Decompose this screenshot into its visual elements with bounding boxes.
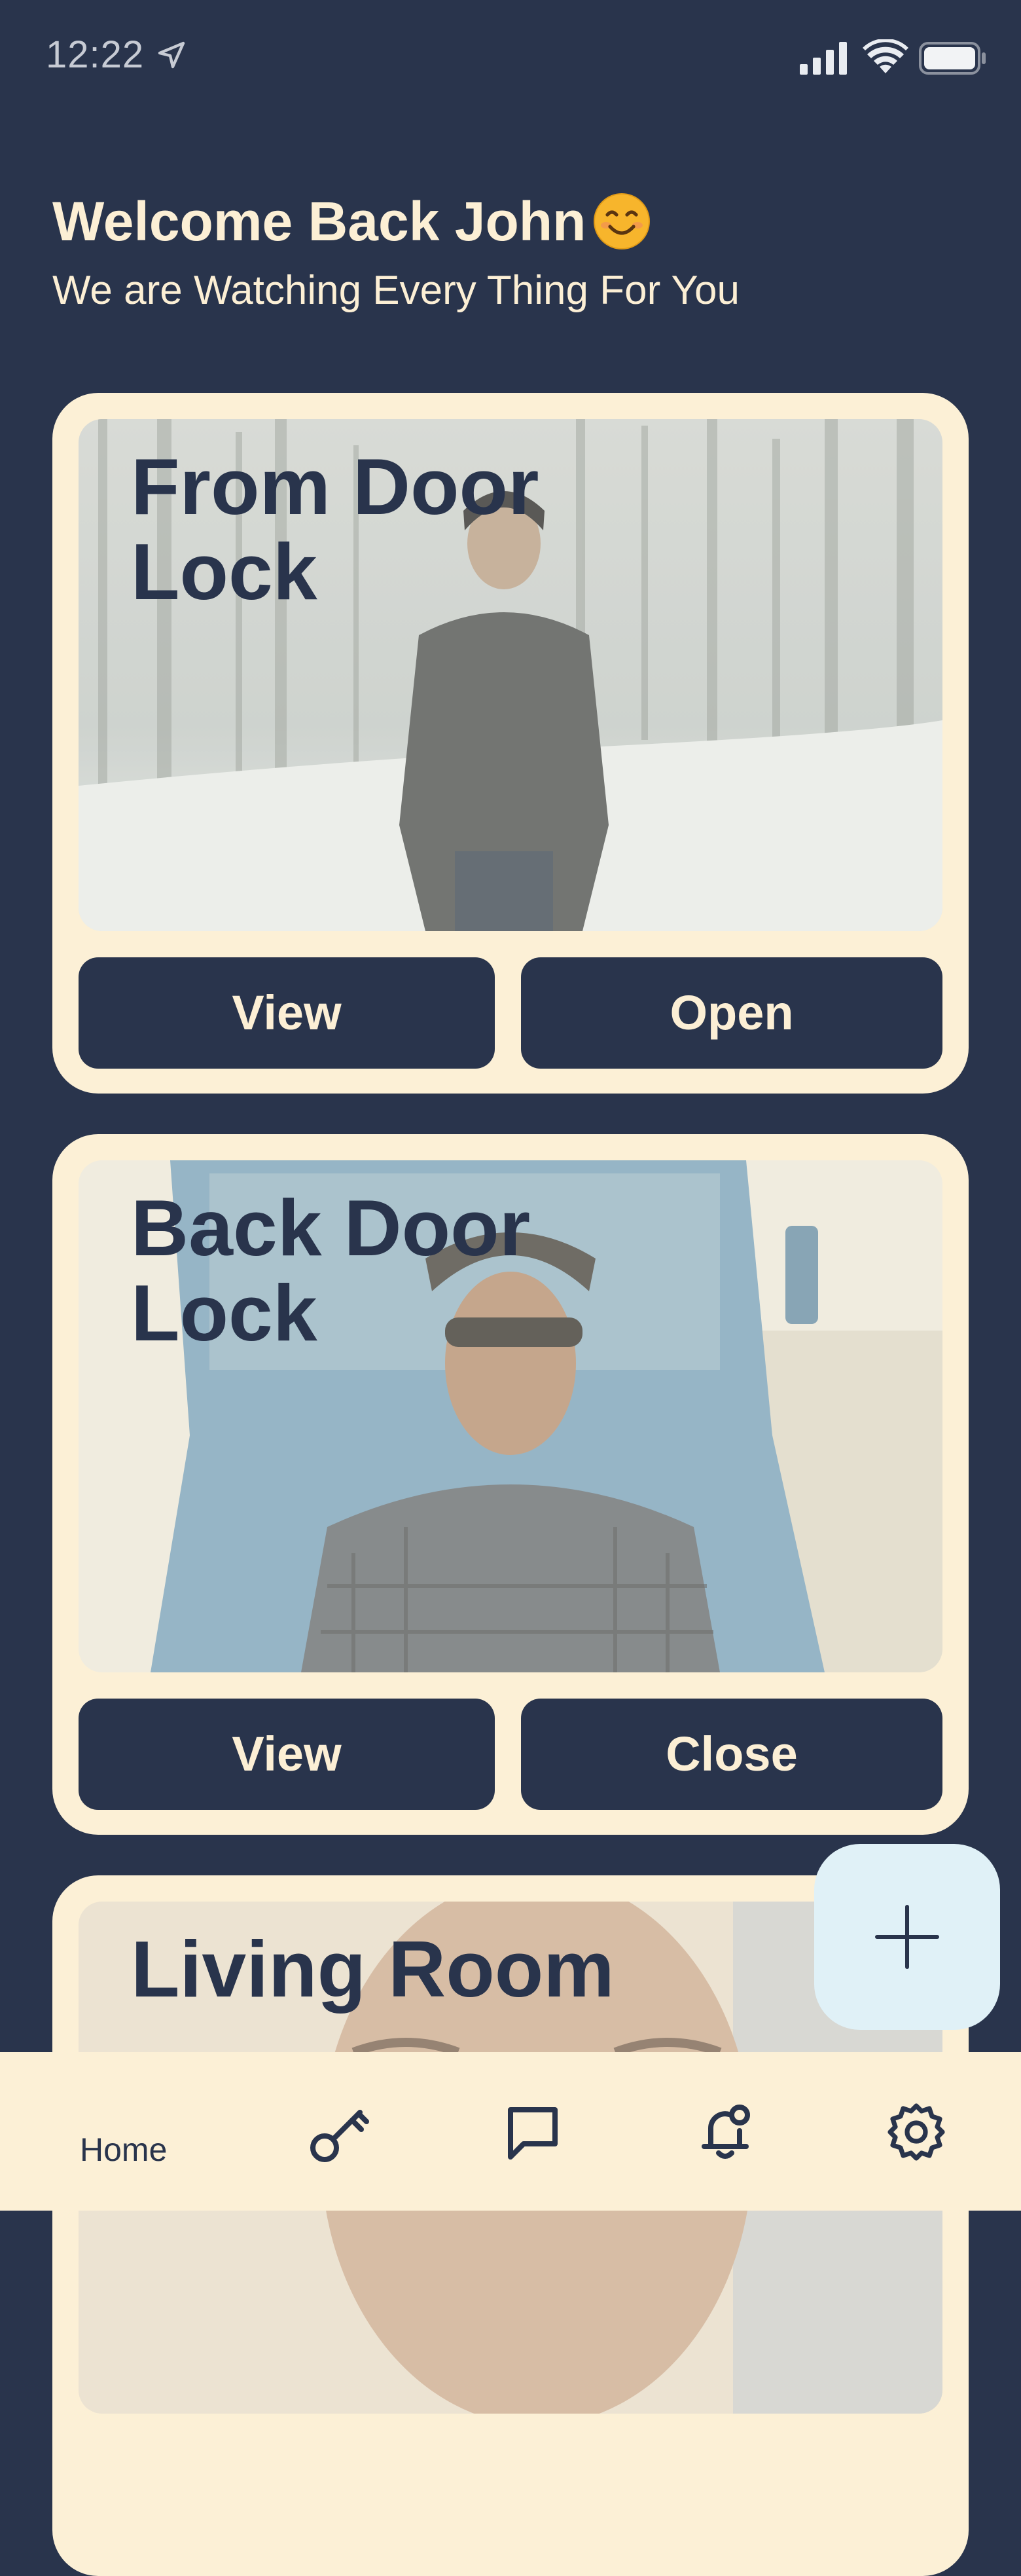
- battery-icon: [919, 42, 986, 75]
- cellular-signal-icon: [800, 42, 847, 75]
- gear-icon[interactable]: [884, 2099, 949, 2165]
- welcome-title: Welcome Back John: [52, 191, 586, 252]
- status-time: 12:22: [46, 33, 145, 76]
- card-title: From Door Lock: [131, 442, 539, 616]
- nav-home[interactable]: Home: [80, 2131, 167, 2169]
- add-device-button[interactable]: [814, 1844, 1000, 2030]
- door-card-front: From Door Lock View Open: [52, 393, 969, 1094]
- location-arrow-icon: [158, 41, 185, 69]
- view-button[interactable]: View: [79, 1699, 495, 1810]
- welcome-subtitle: We are Watching Every Thing For You: [52, 268, 740, 313]
- plus-icon: [875, 1905, 939, 1969]
- smiling-face-icon: [594, 193, 650, 249]
- card-title: Living Room: [131, 1924, 615, 2014]
- wifi-icon: [863, 39, 908, 73]
- door-card-back: Back Door Lock View Close: [52, 1134, 969, 1835]
- view-button[interactable]: View: [79, 957, 495, 1069]
- key-icon[interactable]: [308, 2099, 373, 2165]
- bottom-nav: Home: [0, 2052, 1021, 2211]
- open-button[interactable]: Open: [521, 957, 942, 1069]
- bell-icon[interactable]: [692, 2099, 758, 2165]
- chat-icon[interactable]: [500, 2099, 565, 2165]
- card-title: Back Door Lock: [131, 1183, 531, 1357]
- close-button[interactable]: Close: [521, 1699, 942, 1810]
- status-bar: 12:22: [0, 0, 1021, 118]
